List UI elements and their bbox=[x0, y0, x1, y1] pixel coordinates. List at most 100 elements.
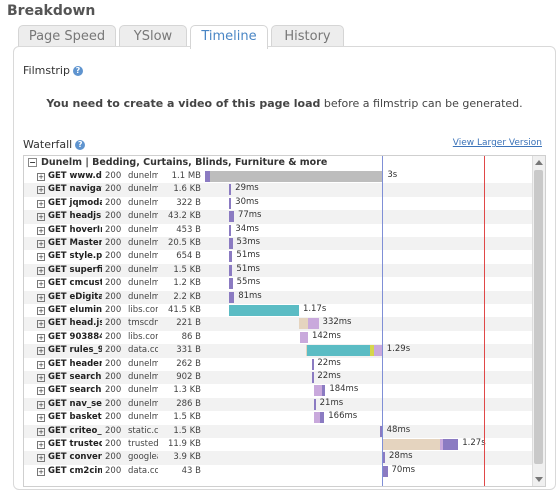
request-size: 286 B bbox=[176, 398, 201, 409]
expand-icon[interactable]: + bbox=[37, 280, 45, 289]
timing-bar-receive[interactable] bbox=[229, 238, 233, 249]
tab-yslow[interactable]: YSlow bbox=[119, 25, 187, 47]
expand-icon[interactable]: + bbox=[37, 253, 45, 262]
expand-icon[interactable]: + bbox=[37, 414, 45, 423]
request-size: 331 B bbox=[176, 345, 201, 356]
request-status: 200 bbox=[105, 278, 122, 289]
timing-label: 48ms bbox=[386, 424, 411, 435]
timing-bar-receive[interactable] bbox=[383, 452, 386, 464]
help-icon[interactable]: ? bbox=[75, 140, 86, 150]
request-name: GET nav_settings.js bbox=[48, 398, 102, 409]
request-size: 1.3 KB bbox=[173, 385, 201, 396]
timing-bar-teal[interactable] bbox=[229, 305, 299, 316]
request-name: GET superfish.js bbox=[48, 264, 102, 275]
expand-icon[interactable]: + bbox=[37, 186, 45, 195]
request-name: GET search.js bbox=[48, 372, 102, 382]
expand-icon[interactable]: + bbox=[37, 333, 45, 342]
expand-icon[interactable]: + bbox=[37, 427, 45, 436]
request-status: 200 bbox=[105, 358, 122, 369]
timing-bar-receive[interactable] bbox=[229, 224, 232, 236]
timing-bar-receive[interactable] bbox=[314, 398, 316, 410]
scrollbar-thumb[interactable] bbox=[534, 170, 543, 464]
timing-label: 29ms bbox=[235, 183, 259, 194]
request-status: 200 bbox=[105, 238, 122, 248]
timing-label: 166ms bbox=[328, 411, 358, 422]
timing-bar-receive[interactable] bbox=[442, 439, 459, 450]
timing-bar-receive[interactable] bbox=[229, 291, 235, 303]
expand-icon[interactable]: + bbox=[37, 467, 45, 476]
expand-icon[interactable]: + bbox=[37, 374, 45, 382]
timing-bar-receive[interactable] bbox=[383, 465, 388, 477]
request-size: 262 B bbox=[176, 358, 201, 369]
request-name: GET www.dunelm-mill.com bbox=[48, 171, 102, 181]
request-domain: dunelm-mill.com bbox=[128, 197, 158, 208]
expand-icon[interactable]: + bbox=[37, 293, 45, 302]
request-size: 1.2 KB bbox=[173, 278, 201, 289]
expand-icon[interactable]: + bbox=[37, 360, 45, 369]
timing-bar-teal[interactable] bbox=[307, 345, 371, 357]
vertical-scrollbar[interactable] bbox=[532, 156, 545, 486]
request-name: GET eluminate.js bbox=[48, 305, 102, 315]
request-status: 200 bbox=[105, 211, 122, 222]
timing-bar-receive[interactable] bbox=[229, 184, 232, 196]
expand-icon[interactable]: + bbox=[37, 199, 45, 208]
request-status: 200 bbox=[105, 291, 122, 302]
request-domain: dunelm-mill.com bbox=[128, 184, 158, 195]
timing-bar-receive[interactable] bbox=[320, 412, 325, 424]
expand-icon[interactable]: + bbox=[37, 213, 45, 222]
expand-icon[interactable]: + bbox=[37, 266, 45, 275]
timing-bar-receive[interactable] bbox=[312, 358, 314, 370]
timing-bar-tan[interactable] bbox=[382, 439, 440, 450]
expand-icon[interactable]: + bbox=[37, 240, 45, 248]
request-name: GET cm2cim.js bbox=[48, 465, 102, 476]
expand-icon[interactable]: + bbox=[37, 441, 45, 449]
request-domain: dunelm-mill.com bbox=[128, 264, 158, 275]
request-status: 200 bbox=[105, 184, 122, 195]
timing-bar-receive[interactable] bbox=[229, 278, 233, 290]
request-status: 200 bbox=[105, 318, 122, 329]
page-header-label: Dunelm | Bedding, Curtains, Blinds, Furn… bbox=[41, 157, 328, 168]
timing-label: 142ms bbox=[311, 330, 341, 341]
expand-icon[interactable]: + bbox=[37, 320, 45, 329]
request-name: GET jqmodal.css bbox=[48, 197, 102, 208]
timing-bar-wait[interactable] bbox=[307, 318, 319, 330]
request-status: 200 bbox=[105, 171, 122, 181]
timing-label: 3s bbox=[387, 170, 398, 180]
timing-bar-receive[interactable] bbox=[321, 385, 326, 397]
view-larger-link[interactable]: View Larger Version bbox=[453, 138, 542, 148]
timing-bar-gray[interactable] bbox=[209, 171, 384, 182]
request-domain: libs.coremetrics.com bbox=[128, 331, 158, 342]
waterfall-page-header[interactable]: − Dunelm | Bedding, Curtains, Blinds, Fur… bbox=[24, 156, 536, 170]
expand-icon[interactable]: + bbox=[37, 173, 45, 181]
expand-icon[interactable]: + bbox=[37, 400, 45, 409]
scroll-up-arrow-icon[interactable] bbox=[535, 160, 543, 165]
scroll-down-arrow-icon[interactable] bbox=[535, 477, 543, 482]
timing-bar-wait[interactable] bbox=[314, 385, 322, 397]
request-size: 654 B bbox=[176, 251, 201, 262]
expand-icon[interactable]: + bbox=[37, 454, 45, 463]
timing-bar-receive[interactable] bbox=[229, 251, 233, 263]
timing-label: 1.27s bbox=[462, 438, 486, 448]
tab-history[interactable]: History bbox=[271, 25, 344, 47]
tab-timeline[interactable]: Timeline bbox=[190, 25, 268, 49]
timing-bar-receive[interactable] bbox=[229, 264, 233, 276]
breakdown-panel: Filmstrip? You need to create a video of… bbox=[13, 46, 556, 490]
help-icon[interactable]: ? bbox=[72, 66, 83, 76]
expand-icon[interactable]: + bbox=[37, 307, 45, 315]
request-name: GET 90388441.js bbox=[48, 331, 102, 342]
expand-icon[interactable]: + bbox=[37, 226, 45, 235]
timing-bar-receive[interactable] bbox=[229, 197, 232, 209]
request-size: 20.5 KB bbox=[167, 238, 201, 248]
waterfall-heading: Waterfall? bbox=[23, 138, 86, 151]
request-name: GET trustedsite.js bbox=[48, 439, 102, 449]
request-size: 1.6 KB bbox=[173, 184, 201, 195]
timing-bar-receive[interactable] bbox=[229, 211, 234, 223]
request-size: 3.9 KB bbox=[173, 452, 201, 463]
timing-bar-receive[interactable] bbox=[312, 372, 314, 383]
tab-page-speed[interactable]: Page Speed bbox=[18, 25, 116, 47]
timing-bar-tan[interactable] bbox=[298, 318, 308, 330]
collapse-icon[interactable]: − bbox=[28, 158, 37, 167]
expand-icon[interactable]: + bbox=[37, 387, 45, 396]
timing-bar-wait[interactable] bbox=[299, 331, 308, 343]
expand-icon[interactable]: + bbox=[37, 347, 45, 356]
